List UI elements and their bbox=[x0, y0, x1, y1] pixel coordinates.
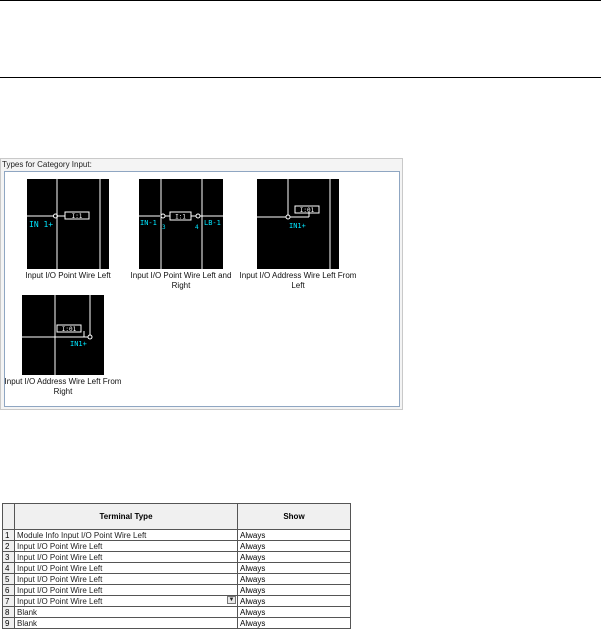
terminal-type-cell[interactable]: Input I/O Point Wire Left bbox=[14, 540, 238, 552]
terminal-type-header[interactable]: Terminal Type bbox=[14, 503, 238, 530]
terminal-type-cell[interactable]: Blank bbox=[14, 617, 238, 629]
thumb-pin-left: 3 bbox=[162, 224, 166, 231]
row-number[interactable]: 8 bbox=[2, 606, 15, 618]
terminal-type-cell[interactable]: Input I/O Point Wire Left bbox=[14, 573, 238, 585]
thumb-left-label: IN 1+ bbox=[29, 220, 53, 229]
thumb-right-label: LB-1 bbox=[204, 219, 221, 227]
show-cell[interactable]: Always bbox=[237, 573, 351, 585]
type-tile-address-wire-left-from-right[interactable]: I:01 IN1+ Input I/O Address Wire Left Fr… bbox=[1, 295, 125, 397]
thumb-pin-right: 4 bbox=[195, 224, 199, 231]
top-divider bbox=[0, 0, 601, 1]
show-header[interactable]: Show bbox=[237, 503, 351, 530]
table-row[interactable]: 8 Blank Always bbox=[2, 606, 351, 618]
point-wire-left-thumbnail: I:1 IN 1+ bbox=[27, 179, 109, 269]
thumb-tag-label: IN1+ bbox=[70, 340, 87, 348]
terminal-type-cell[interactable]: Input I/O Point Wire Left bbox=[14, 584, 238, 596]
row-number[interactable]: 6 bbox=[2, 584, 15, 596]
thumb-box-text: I:01 bbox=[300, 207, 315, 214]
type-tile-point-wire-left[interactable]: I:1 IN 1+ Input I/O Point Wire Left bbox=[6, 179, 130, 281]
thumb-tag-label: IN1+ bbox=[289, 222, 306, 230]
show-cell[interactable]: Always bbox=[237, 595, 351, 607]
show-cell[interactable]: Always bbox=[237, 551, 351, 563]
thumb-box-text: I:01 bbox=[62, 326, 77, 333]
table-row[interactable]: 1 Module Info Input I/O Point Wire Left … bbox=[2, 529, 351, 541]
terminal-type-cell[interactable]: Input I/O Point Wire Left bbox=[14, 551, 238, 563]
row-number[interactable]: 7 bbox=[2, 595, 15, 607]
row-number[interactable]: 2 bbox=[2, 540, 15, 552]
table-row[interactable]: 4 Input I/O Point Wire Left Always bbox=[2, 562, 351, 574]
terminal-type-dropdown[interactable]: Input I/O Point Wire Left ▼ bbox=[14, 595, 238, 607]
show-cell[interactable]: Always bbox=[237, 584, 351, 596]
show-cell[interactable]: Always bbox=[237, 606, 351, 618]
chevron-down-icon[interactable]: ▼ bbox=[227, 596, 236, 604]
show-cell[interactable]: Always bbox=[237, 529, 351, 541]
show-cell[interactable]: Always bbox=[237, 617, 351, 629]
type-caption: Input I/O Point Wire Left and Right bbox=[130, 271, 232, 290]
dropdown-value: Input I/O Point Wire Left bbox=[17, 596, 103, 606]
thumb-left-label: IN-1 bbox=[140, 219, 157, 227]
row-number[interactable]: 4 bbox=[2, 562, 15, 574]
row-number[interactable]: 9 bbox=[2, 617, 15, 629]
terminal-type-cell[interactable]: Input I/O Point Wire Left bbox=[14, 562, 238, 574]
row-number[interactable]: 3 bbox=[2, 551, 15, 563]
table-row[interactable]: 5 Input I/O Point Wire Left Always bbox=[2, 573, 351, 585]
table-row[interactable]: 6 Input I/O Point Wire Left Always bbox=[2, 584, 351, 596]
type-caption: Input I/O Address Wire Left From Right bbox=[4, 377, 122, 396]
type-tile-address-wire-left-from-left[interactable]: I:01 IN1+ Input I/O Address Wire Left Fr… bbox=[236, 179, 360, 291]
table-row-active[interactable]: 7 Input I/O Point Wire Left ▼ Always bbox=[2, 595, 351, 607]
row-number[interactable]: 1 bbox=[2, 529, 15, 541]
types-panel: Types for Category Input: I:1 IN 1+ Inpu… bbox=[0, 158, 403, 410]
types-panel-label: Types for Category Input: bbox=[2, 160, 92, 169]
type-tile-point-wire-left-right[interactable]: I:1 3 4 IN-1 LB-1 Input I/O Point Wire L… bbox=[119, 179, 243, 291]
row-number[interactable]: 5 bbox=[2, 573, 15, 585]
address-wire-from-right-thumbnail: I:01 IN1+ bbox=[22, 295, 104, 375]
type-caption: Input I/O Address Wire Left From Left bbox=[239, 271, 357, 290]
type-caption: Input I/O Point Wire Left bbox=[25, 271, 111, 280]
table-row[interactable]: 3 Input I/O Point Wire Left Always bbox=[2, 551, 351, 563]
grid-corner[interactable] bbox=[2, 503, 15, 530]
types-list[interactable]: I:1 IN 1+ Input I/O Point Wire Left I:1 … bbox=[4, 171, 400, 407]
section-divider bbox=[0, 77, 601, 78]
point-wire-left-right-thumbnail: I:1 3 4 IN-1 LB-1 bbox=[139, 179, 223, 269]
terminal-grid: Terminal Type Show 1 Module Info Input I… bbox=[2, 503, 351, 629]
terminal-type-cell[interactable]: Module Info Input I/O Point Wire Left bbox=[14, 529, 238, 541]
address-wire-from-left-thumbnail: I:01 IN1+ bbox=[257, 179, 339, 269]
show-cell[interactable]: Always bbox=[237, 540, 351, 552]
terminal-type-cell[interactable]: Blank bbox=[14, 606, 238, 618]
table-row[interactable]: 2 Input I/O Point Wire Left Always bbox=[2, 540, 351, 552]
table-row[interactable]: 9 Blank Always bbox=[2, 617, 351, 629]
thumb-box-text: I:1 bbox=[175, 214, 186, 221]
thumb-box-text: I:1 bbox=[72, 213, 83, 220]
show-cell[interactable]: Always bbox=[237, 562, 351, 574]
